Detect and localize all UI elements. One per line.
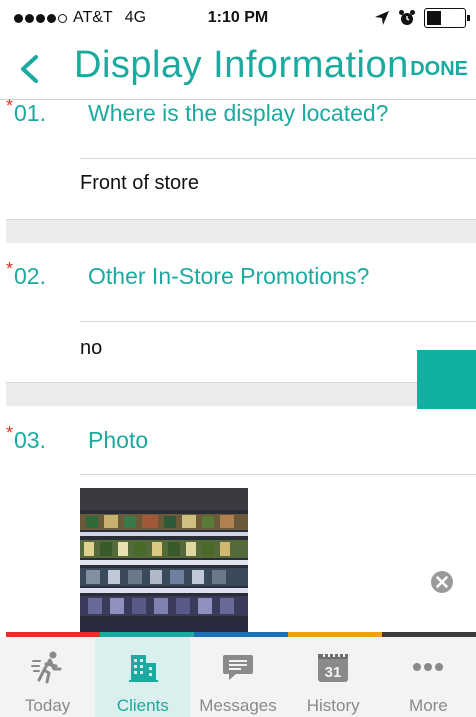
tab-bar: Today Clients Messages 31 History More: [0, 637, 476, 717]
building-icon: [123, 647, 163, 687]
back-chevron-icon[interactable]: [16, 54, 42, 84]
location-arrow-icon: [375, 11, 389, 25]
tab-history[interactable]: 31 History: [286, 637, 381, 717]
question-number: 03.: [14, 427, 46, 453]
tab-label: Clients: [116, 696, 169, 715]
question-text: Other In-Store Promotions?: [88, 263, 370, 289]
tab-label: History: [306, 696, 360, 715]
section-separator: [6, 219, 476, 243]
tab-messages[interactable]: Messages: [190, 637, 285, 717]
navigation-bar: Display Information DONE: [0, 40, 476, 100]
section-separator: [6, 382, 476, 406]
tab-label: More: [409, 696, 448, 715]
required-marker: *: [6, 96, 14, 116]
alarm-clock-icon: [399, 10, 415, 25]
chat-bubble-icon: [218, 647, 258, 687]
walking-person-icon: [28, 647, 68, 687]
divider: [80, 158, 476, 159]
tab-label: Messages: [199, 696, 277, 715]
page-title: Display Information: [74, 44, 409, 86]
question-title: * 01. Where is the display located?: [6, 96, 389, 127]
divider: [80, 321, 476, 322]
tab-today[interactable]: Today: [0, 637, 95, 717]
teal-side-tab[interactable]: [417, 350, 476, 409]
question-number: 01.: [14, 100, 46, 126]
question-text: Where is the display located?: [88, 100, 389, 126]
status-bar: AT&T 4G 1:10 PM: [0, 0, 476, 40]
tab-label: Today: [24, 696, 71, 715]
photo-thumbnail[interactable]: [80, 488, 248, 634]
answer-location[interactable]: Front of store: [80, 172, 199, 195]
question-title: * 02. Other In-Store Promotions?: [6, 259, 370, 290]
question-text: Photo: [88, 427, 149, 453]
question-title: * 03. Photo: [6, 423, 149, 454]
calendar-icon: 31: [313, 647, 353, 687]
more-dots-icon: [408, 647, 448, 687]
battery-icon: [424, 8, 470, 28]
done-button[interactable]: DONE: [410, 58, 468, 81]
status-right: [374, 8, 470, 28]
calendar-day: 31: [325, 664, 342, 681]
answer-promotions[interactable]: no: [80, 337, 102, 360]
question-number: 02.: [14, 263, 46, 289]
tab-more[interactable]: More: [381, 637, 476, 717]
required-marker: *: [6, 259, 14, 279]
remove-photo-icon[interactable]: [430, 570, 454, 594]
required-marker: *: [6, 423, 14, 443]
tab-clients[interactable]: Clients: [95, 637, 191, 717]
divider: [80, 474, 476, 475]
